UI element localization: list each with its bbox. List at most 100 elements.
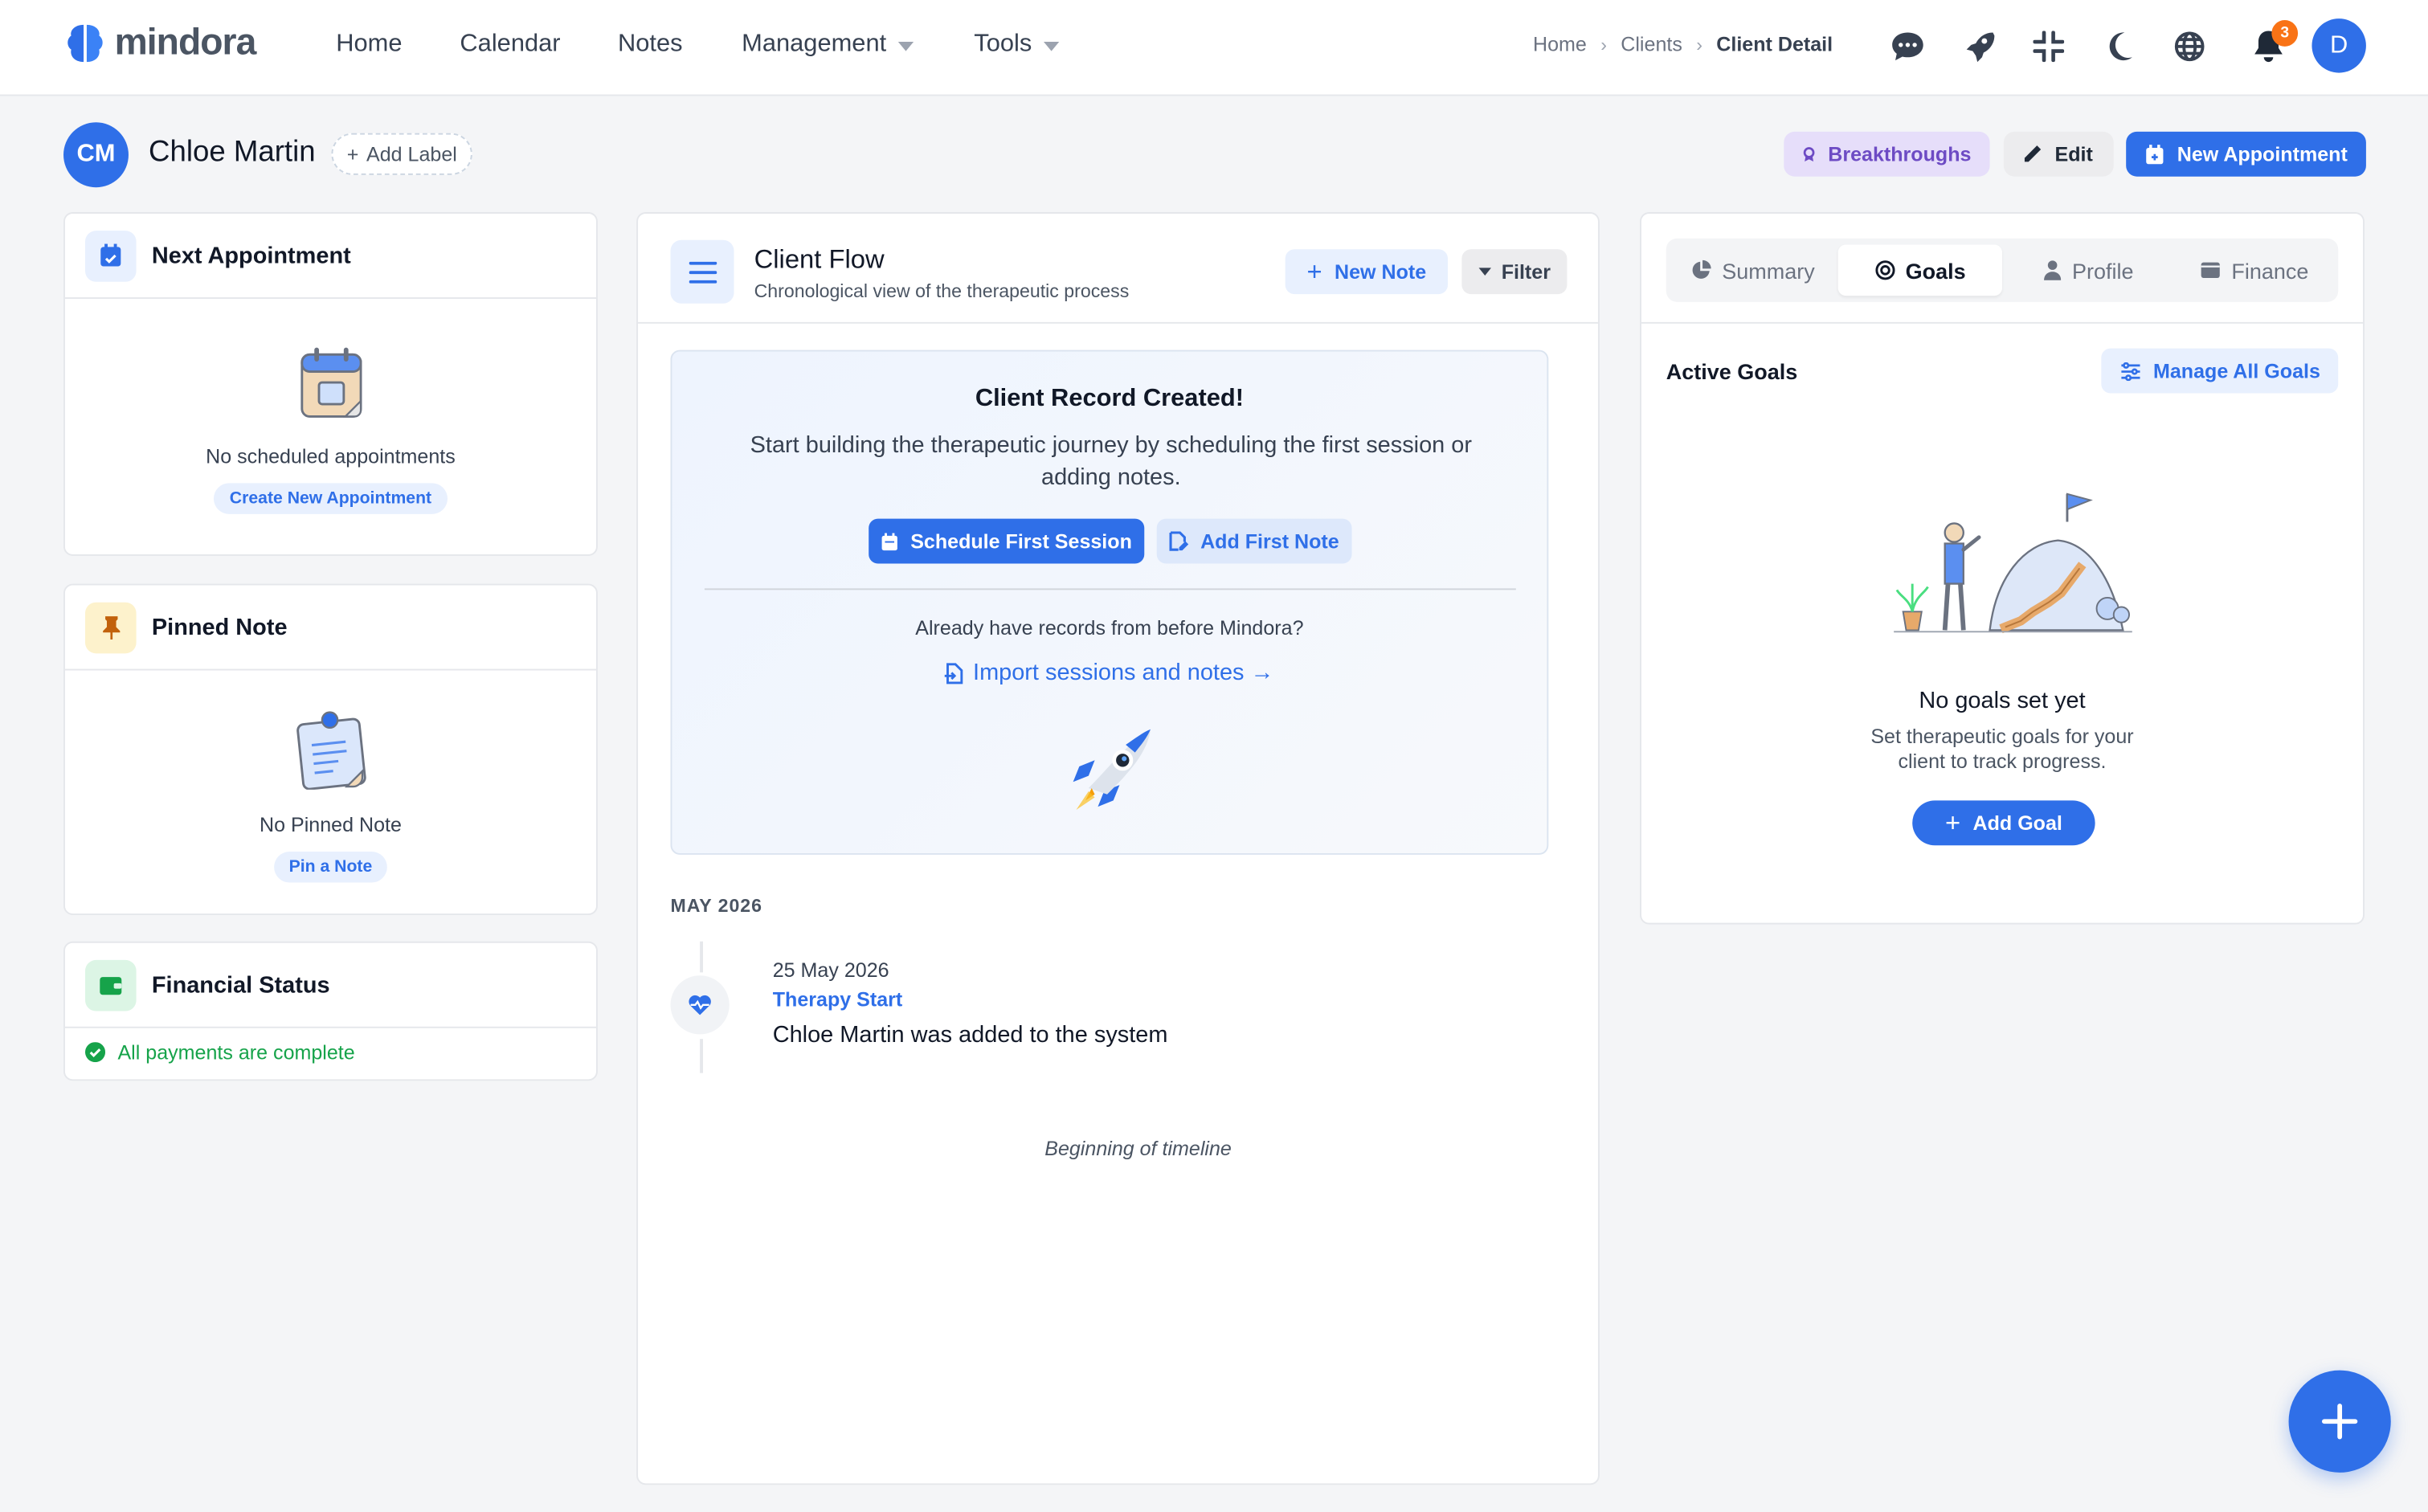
client-tabs-card: Summary Goals Profile Finance Active Goa…: [1640, 212, 2365, 925]
bell-icon[interactable]: 3: [2248, 20, 2299, 67]
add-first-note-button[interactable]: Add First Note: [1156, 518, 1352, 564]
manage-all-goals-button[interactable]: Manage All Goals: [2101, 348, 2339, 394]
import-prompt-text: Already have records from before Mindora…: [915, 616, 1304, 640]
breadcrumb-clients[interactable]: Clients: [1621, 32, 1682, 55]
next-appointment-empty: No scheduled appointments Create New App…: [65, 299, 596, 514]
add-first-note-label: Add First Note: [1200, 529, 1339, 554]
nav-home-label: Home: [336, 31, 403, 58]
chat-icon[interactable]: [1887, 27, 1927, 67]
user-icon: [2044, 260, 2062, 280]
filter-caret-icon: [1478, 268, 1491, 276]
breakthroughs-button[interactable]: Breakthroughs: [1784, 131, 1990, 177]
client-flow-subtitle: Chronological view of the therapeutic pr…: [754, 280, 1130, 302]
import-link[interactable]: Import sessions and notes →: [672, 660, 1547, 686]
tab-goals[interactable]: Goals: [1837, 244, 2002, 296]
nav-notes-label: Notes: [617, 31, 683, 58]
next-appointment-card: Next Appointment No scheduled appointmen…: [63, 212, 598, 556]
calendar-illustration-icon: [300, 347, 362, 418]
client-tabs: Summary Goals Profile Finance: [1666, 238, 2339, 302]
new-appointment-label: New Appointment: [2177, 142, 2348, 166]
tab-finance[interactable]: Finance: [2174, 245, 2335, 296]
tab-summary[interactable]: Summary: [1672, 245, 1833, 296]
active-goals-title: Active Goals: [1666, 359, 1798, 384]
nav-calendar-label: Calendar: [460, 31, 561, 58]
notification-badge: 3: [2271, 20, 2299, 47]
financial-status-header: Financial Status: [64, 943, 597, 1028]
nav-tools-label: Tools: [974, 31, 1032, 58]
app-root: mindora Home Calendar Notes Management T…: [0, 0, 2428, 1512]
timeline-line: [700, 1039, 703, 1073]
filter-button[interactable]: Filter: [1461, 249, 1568, 295]
plus-icon: [2321, 1404, 2358, 1440]
globe-icon[interactable]: [2169, 27, 2209, 67]
collapse-icon[interactable]: [2029, 27, 2069, 67]
new-appointment-button[interactable]: New Appointment: [2126, 131, 2366, 177]
plus-icon: +: [346, 142, 359, 166]
plus-icon: +: [1944, 807, 1961, 837]
client-flow-card: Client Flow Chronological view of the th…: [636, 212, 1600, 1485]
schedule-first-session-label: Schedule First Session: [910, 529, 1132, 554]
next-appointment-title: Next Appointment: [151, 242, 351, 269]
moon-icon[interactable]: [2099, 27, 2140, 67]
heart-pulse-icon: [670, 975, 730, 1035]
award-icon: [1803, 146, 1815, 161]
create-appointment-button[interactable]: Create New Appointment: [214, 483, 448, 514]
tab-goals-label: Goals: [1905, 257, 1966, 283]
sliders-icon: [2120, 362, 2140, 381]
chevron-down-icon: [898, 42, 914, 51]
record-created-title: Client Record Created!: [975, 385, 1244, 412]
check-circle-icon: [85, 1042, 106, 1063]
tab-profile[interactable]: Profile: [2009, 245, 2169, 296]
user-avatar[interactable]: D: [2312, 18, 2366, 73]
target-icon: [1874, 260, 1895, 280]
new-note-button[interactable]: + New Note: [1285, 249, 1449, 295]
nav-management[interactable]: Management: [742, 31, 914, 59]
add-label-button[interactable]: + Add Label: [331, 133, 473, 175]
schedule-first-session-button[interactable]: Schedule First Session: [869, 518, 1145, 564]
pinned-note-title: Pinned Note: [151, 614, 288, 640]
nav-notes[interactable]: Notes: [618, 31, 683, 59]
divider: [704, 588, 1516, 590]
timeline-line: [700, 941, 703, 973]
pinned-note-header: Pinned Note: [64, 586, 597, 671]
breadcrumb-home[interactable]: Home: [1533, 32, 1587, 55]
pinned-note-card: Pinned Note No Pinned Note Pin a Note: [63, 583, 598, 916]
timeline-event-type[interactable]: Therapy Start: [773, 988, 903, 1011]
floating-add-button[interactable]: [2288, 1370, 2391, 1473]
filter-label: Filter: [1501, 259, 1551, 284]
wallet-icon: [2201, 262, 2220, 278]
tab-finance-label: Finance: [2231, 257, 2309, 283]
payment-status-text: All payments are complete: [117, 1040, 355, 1065]
file-import-icon: [945, 662, 963, 684]
breakthroughs-label: Breakthroughs: [1828, 142, 1972, 166]
no-appointments-text: No scheduled appointments: [206, 444, 456, 468]
client-flow-title: Client Flow: [754, 244, 885, 275]
rocket-icon[interactable]: [1959, 27, 1999, 67]
nav-tools[interactable]: Tools: [974, 31, 1060, 59]
pinned-note-empty: No Pinned Note Pin a Note: [65, 671, 596, 883]
pin-note-button[interactable]: Pin a Note: [273, 852, 388, 883]
pie-chart-icon: [1692, 259, 1711, 279]
chevron-right-icon: ›: [1600, 33, 1607, 55]
calendar-icon: [881, 532, 897, 550]
nav-home[interactable]: Home: [336, 31, 402, 59]
divider: [1641, 321, 2364, 324]
calendar-icon: [85, 230, 137, 281]
nav-management-label: Management: [742, 31, 887, 58]
nav-calendar[interactable]: Calendar: [460, 31, 560, 59]
client-flow-header: Client Flow Chronological view of the th…: [638, 214, 1598, 324]
client-name: Chloe Martin: [149, 136, 316, 170]
payment-status: All payments are complete: [65, 1028, 596, 1077]
edit-button[interactable]: Edit: [2003, 131, 2114, 177]
financial-status-card: Financial Status All payments are comple…: [63, 941, 598, 1081]
pencil-icon: [2024, 145, 2042, 162]
new-note-label: New Note: [1335, 259, 1427, 284]
financial-status-title: Financial Status: [151, 971, 330, 999]
add-label-text: Add Label: [366, 142, 457, 166]
timeline-month: MAY 2026: [670, 894, 762, 917]
add-goal-button[interactable]: + Add Goal: [1912, 800, 2095, 846]
brain-logo-icon: [67, 24, 103, 63]
no-pinned-note-text: No Pinned Note: [260, 812, 402, 836]
import-link-label: Import sessions and notes →: [973, 660, 1274, 686]
brand-logo[interactable]: mindora: [65, 22, 256, 65]
